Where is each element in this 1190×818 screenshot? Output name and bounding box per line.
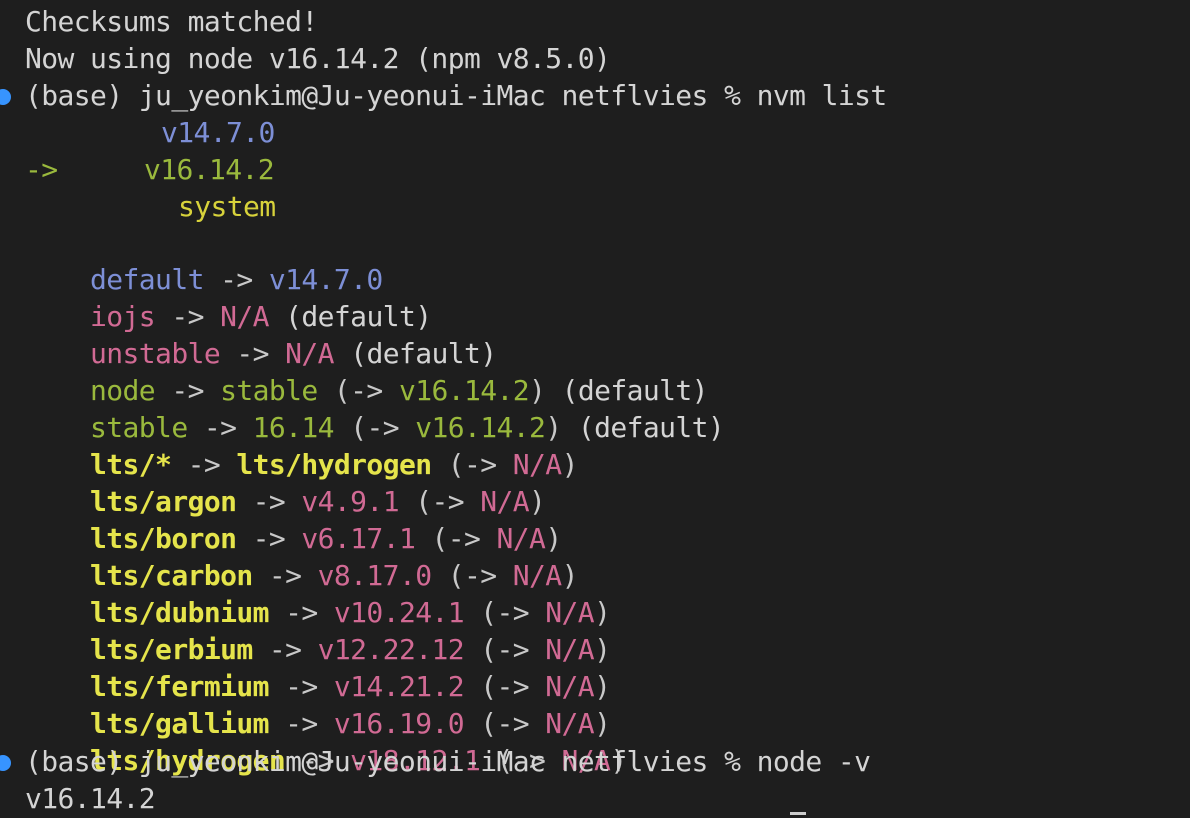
lts-row: lts/boron -> v6.17.1 (-> N/A): [25, 485, 562, 555]
output-line: Checksums matched!: [25, 5, 318, 38]
default-note: (default): [577, 411, 725, 444]
lts-row: lts/gallium -> v16.19.0 (-> N/A): [25, 670, 611, 740]
lts-row: lts/hydrogen -> v18.12.1 (-> N/A): [25, 707, 627, 777]
current-arrow: ->: [25, 153, 58, 186]
alias-lts-star-row: lts/* -> lts/hydrogen (-> N/A): [25, 411, 578, 481]
current-version: v16.14.2: [144, 153, 275, 186]
lts-row: lts/dubnium -> v10.24.1 (-> N/A): [25, 559, 611, 629]
prompt-line-nvm-list: (base) ju_yeonkim@Ju-yeonui-iMac netflvi…: [25, 79, 887, 112]
alias-node-row: node -> stable (-> v16.14.2) (default): [25, 337, 708, 407]
installed-version: v14.7.0: [161, 116, 275, 149]
prompt-status-dot-icon: [0, 755, 11, 771]
lts-row: lts/erbium -> v12.22.12 (-> N/A): [25, 596, 611, 666]
node-version-output: v16.14.2: [25, 782, 156, 815]
prompt-line-node-v: (base) ju_yeonkim@Ju-yeonui-iMac netflvi…: [25, 745, 871, 778]
terminal-window[interactable]: Checksums matched! Now using node v16.14…: [0, 0, 1190, 818]
lts-row: lts/fermium -> v14.21.2 (-> N/A): [25, 633, 611, 703]
lts-row: lts/carbon -> v8.17.0 (-> N/A): [25, 522, 578, 592]
lts-row: lts/argon -> v4.9.1 (-> N/A): [25, 448, 546, 518]
resolve-close: ): [561, 448, 579, 481]
alias-unstable-row: unstable -> N/A (default): [25, 300, 497, 370]
alias-default-row: default -> v14.7.0: [25, 226, 383, 296]
prompt-status-dot-icon: [0, 89, 11, 105]
system-version: system: [178, 190, 276, 223]
alias-iojs-row: iojs -> N/A (default): [25, 263, 432, 333]
text-cursor: [790, 812, 806, 815]
alias-stable-row: stable -> 16.14 (-> v16.14.2) (default): [25, 374, 725, 444]
output-line: Now using node v16.14.2 (npm v8.5.0): [25, 42, 611, 75]
